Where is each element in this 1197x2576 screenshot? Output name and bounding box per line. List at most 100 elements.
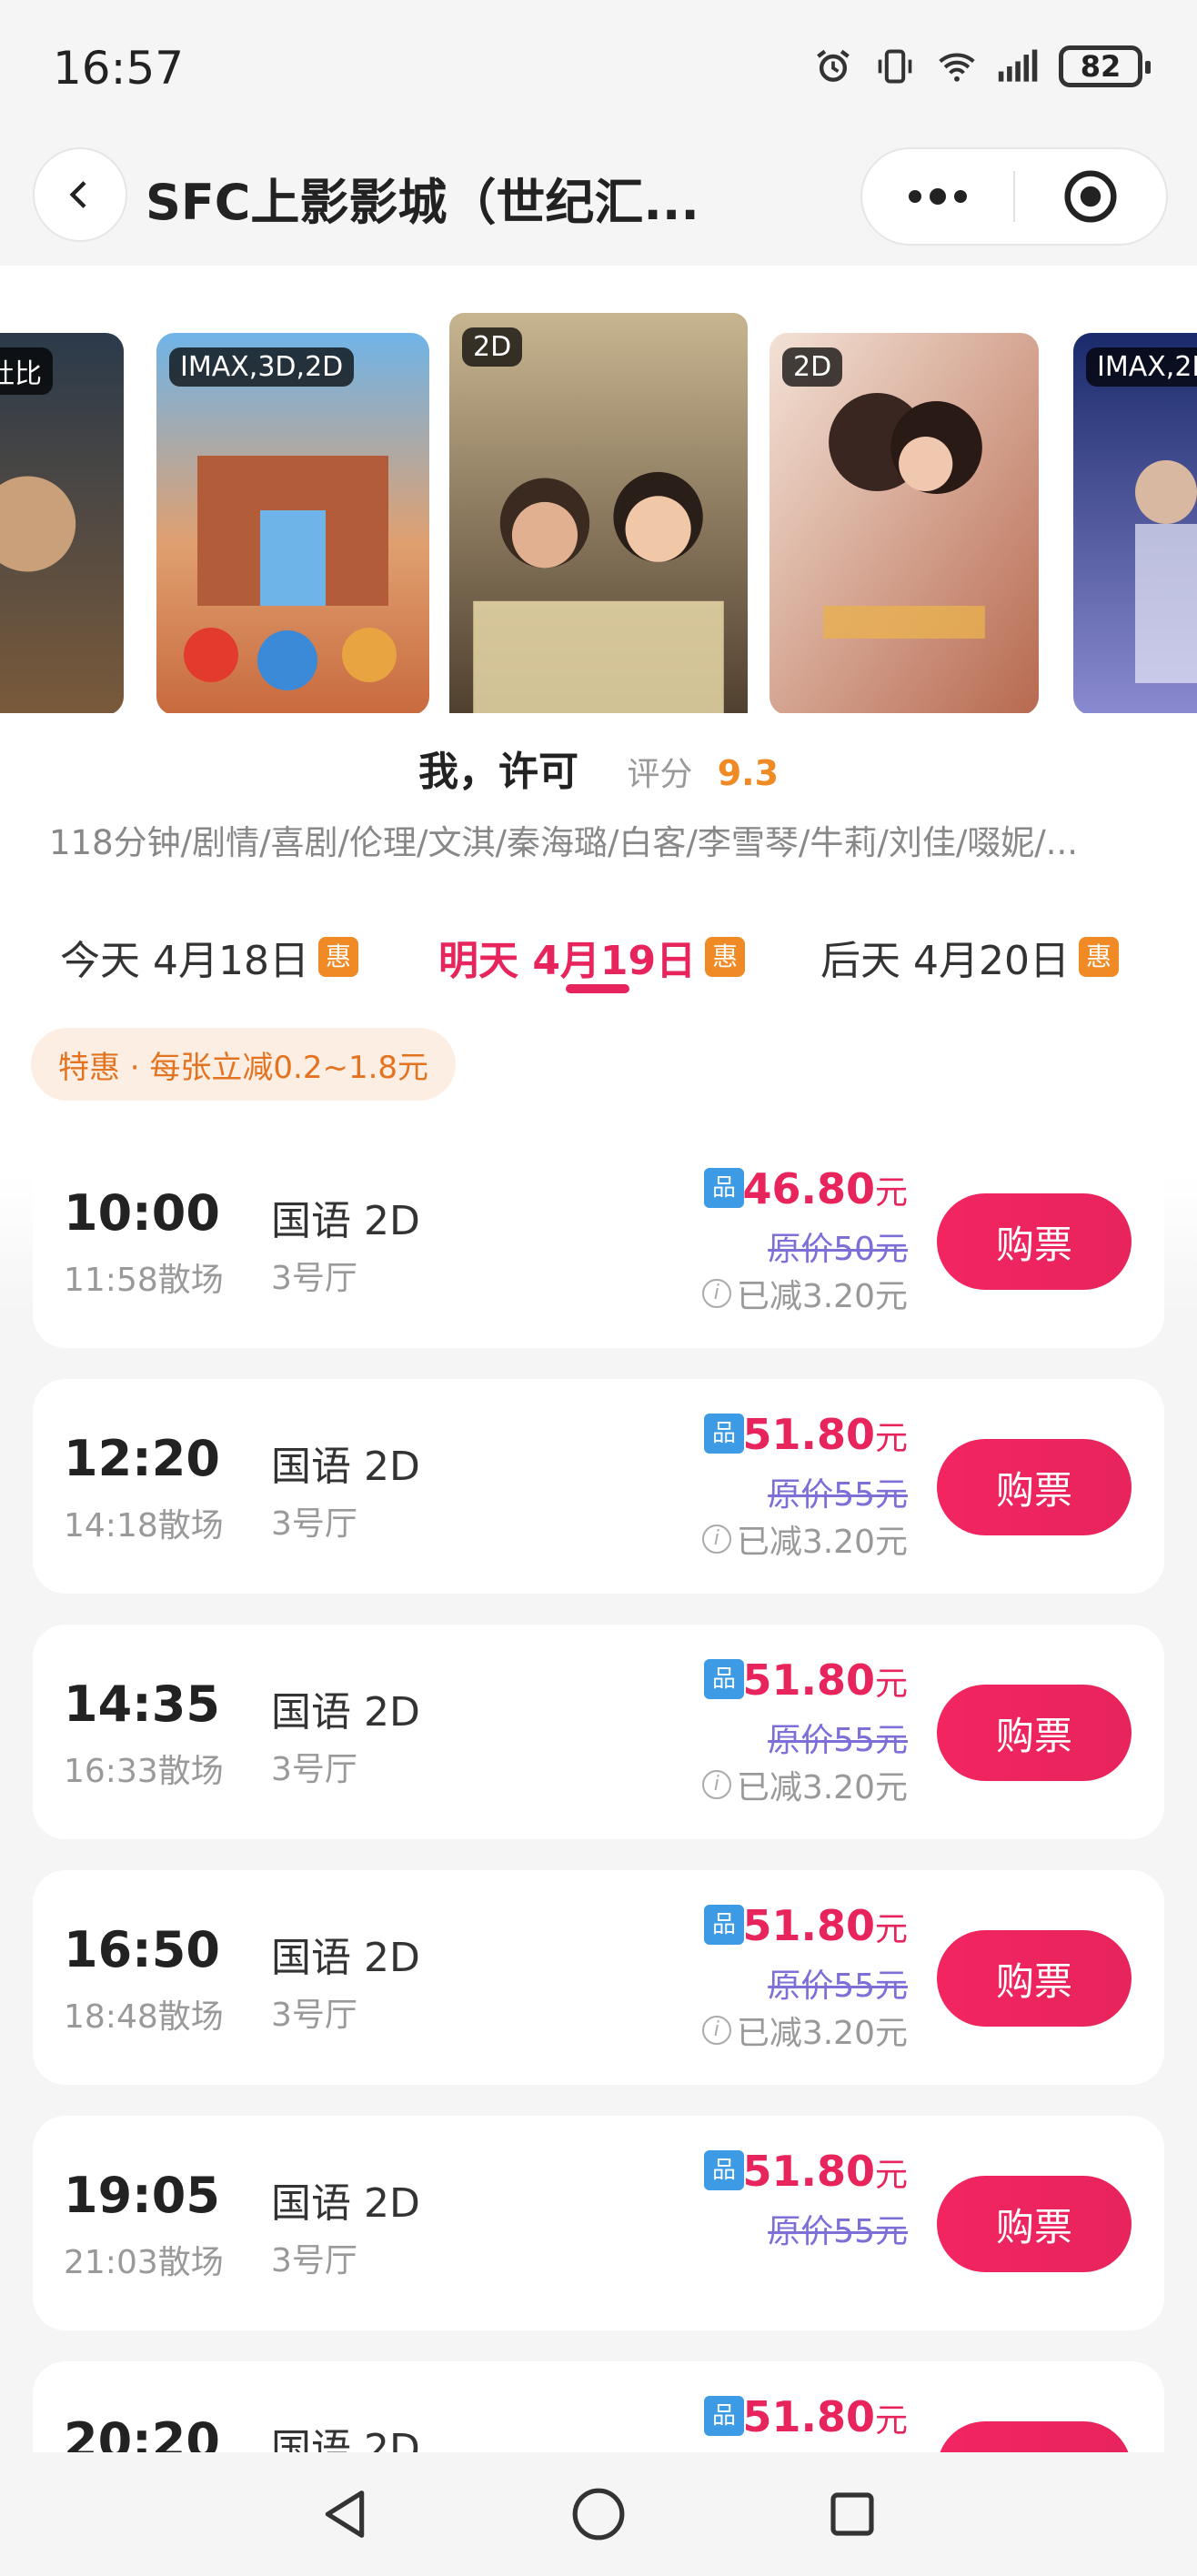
tab-label: 今天 4月18日 xyxy=(60,938,309,984)
promo-tag: 特惠 · 每张立减0.2~1.8元 xyxy=(31,1028,457,1101)
chevron-left-icon xyxy=(69,181,86,208)
language-format: 国语 2D xyxy=(271,1689,420,1736)
price: 51.80元 xyxy=(742,2147,908,2196)
info-icon: i xyxy=(701,1770,731,1799)
price-unit: 元 xyxy=(874,2402,908,2440)
pin-badge-icon: 品 xyxy=(704,2396,744,2436)
price: 46.80元 xyxy=(742,1164,908,1213)
vibrate-icon xyxy=(873,45,917,87)
buy-ticket-button[interactable]: 购票 xyxy=(937,2176,1132,2272)
start-time: 12:20 xyxy=(64,1430,220,1487)
end-time: 16:33散场 xyxy=(64,1753,224,1790)
back-button[interactable] xyxy=(33,147,127,242)
status-bar: 16:57 82 xyxy=(0,0,1197,136)
discount-text: 已减3.20元 xyxy=(736,1769,908,1806)
showtime-card[interactable]: 14:35 16:33散场 国语 2D 3号厅 品 51.80元 原价55元 i… xyxy=(33,1625,1164,1839)
buy-ticket-button[interactable]: 购票 xyxy=(937,1930,1132,2027)
start-time: 10:00 xyxy=(64,1184,220,1242)
tab-today[interactable]: 今天 4月18日 惠 xyxy=(60,928,358,986)
battery-indicator: 82 xyxy=(1059,45,1151,87)
price-value: 51.80 xyxy=(742,2147,875,2196)
main-content: 杜比 IMAX,3D,2D 2D 2D IMAX,2D 我，许可 评分 9.3 … xyxy=(0,266,1197,2576)
movie-poster[interactable]: IMAX,3D,2D xyxy=(156,333,429,713)
pin-badge-icon: 品 xyxy=(704,1659,744,1699)
buy-ticket-button[interactable]: 购票 xyxy=(937,1193,1132,1290)
price-value: 46.80 xyxy=(742,1164,875,1213)
discount-info: i 已减3.20元 xyxy=(701,1515,908,1563)
system-home-button[interactable] xyxy=(562,2478,635,2551)
price-value: 51.80 xyxy=(742,1901,875,1950)
discount-text: 已减3.20元 xyxy=(736,1524,908,1561)
showtime-card[interactable]: 19:05 21:03散场 国语 2D 3号厅 品 51.80元 原价55元 购… xyxy=(33,2116,1164,2330)
wifi-icon xyxy=(935,45,979,87)
movie-poster[interactable]: 2D xyxy=(770,333,1039,713)
original-price: 原价55元 xyxy=(768,2213,908,2250)
price: 51.80元 xyxy=(742,1410,908,1459)
square-recents-icon xyxy=(830,2492,874,2536)
nav-bar: SFC上影影城（世纪汇... xyxy=(0,136,1197,264)
rating-label: 评分 xyxy=(627,756,693,793)
poster-image xyxy=(449,313,748,713)
showtime-card[interactable]: 10:00 11:58散场 国语 2D 3号厅 品 46.80元 原价50元 i… xyxy=(33,1133,1164,1348)
info-icon: i xyxy=(701,2016,731,2045)
more-button[interactable] xyxy=(862,149,1013,244)
active-tab-indicator xyxy=(566,984,629,993)
price-unit: 元 xyxy=(874,1911,908,1948)
hall-name: 3号厅 xyxy=(271,1751,357,1788)
poster-image xyxy=(770,333,1039,713)
mini-program-capsule xyxy=(860,147,1168,246)
circle-home-icon xyxy=(572,2488,625,2541)
discount-text: 已减3.20元 xyxy=(736,1278,908,1315)
status-icons: 82 xyxy=(811,45,1151,87)
tab-day-after-tomorrow[interactable]: 后天 4月20日 惠 xyxy=(820,928,1119,986)
alarm-icon xyxy=(811,45,855,87)
buy-ticket-button[interactable]: 购票 xyxy=(937,1685,1132,1781)
format-badge: IMAX,2D xyxy=(1086,347,1197,387)
price-unit: 元 xyxy=(874,1420,908,1457)
hall-name: 3号厅 xyxy=(271,1505,357,1543)
original-price: 原价55元 xyxy=(768,1476,908,1514)
system-navigation-bar xyxy=(0,2452,1197,2576)
pin-badge-icon: 品 xyxy=(704,2150,744,2190)
movie-poster[interactable]: 杜比 xyxy=(0,333,124,713)
tab-tomorrow[interactable]: 明天 4月19日 惠 xyxy=(438,928,746,986)
discount-info: i 已减3.20元 xyxy=(701,1761,908,1808)
original-price: 原价55元 xyxy=(768,1722,908,1759)
showtime-card[interactable]: 12:20 14:18散场 国语 2D 3号厅 品 51.80元 原价55元 i… xyxy=(33,1379,1164,1594)
movie-poster-selected[interactable]: 2D xyxy=(449,313,748,713)
showtime-card[interactable]: 16:50 18:48散场 国语 2D 3号厅 品 51.80元 原价55元 i… xyxy=(33,1870,1164,2085)
target-icon xyxy=(1064,170,1117,223)
original-price: 原价55元 xyxy=(768,1967,908,2005)
discount-badge: 惠 xyxy=(705,937,746,977)
start-time: 14:35 xyxy=(64,1675,220,1733)
movie-poster[interactable]: IMAX,2D xyxy=(1073,333,1197,713)
price-value: 51.80 xyxy=(742,1410,875,1459)
price-value: 51.80 xyxy=(742,2392,875,2441)
more-dots-icon xyxy=(909,188,967,205)
original-price: 原价50元 xyxy=(768,1231,908,1268)
system-back-button[interactable] xyxy=(308,2478,381,2551)
system-recents-button[interactable] xyxy=(816,2478,889,2551)
price-unit: 元 xyxy=(874,2157,908,2194)
info-icon: i xyxy=(701,1524,731,1554)
hall-name: 3号厅 xyxy=(271,2242,357,2279)
buy-ticket-button[interactable]: 购票 xyxy=(937,1439,1132,1535)
price-unit: 元 xyxy=(874,1665,908,1703)
close-miniprogram-button[interactable] xyxy=(1015,149,1166,244)
poster-image xyxy=(1073,333,1197,713)
discount-badge: 惠 xyxy=(1078,937,1119,977)
poster-image xyxy=(156,333,429,713)
discount-badge: 惠 xyxy=(317,937,358,977)
format-badge: 杜比 xyxy=(0,347,53,395)
end-time: 11:58散场 xyxy=(64,1262,224,1299)
hall-name: 3号厅 xyxy=(271,1997,357,2034)
info-icon: i xyxy=(701,1279,731,1308)
language-format: 国语 2D xyxy=(271,1935,420,1981)
tab-label: 明天 4月19日 xyxy=(438,938,697,984)
format-badge: 2D xyxy=(782,347,843,387)
triangle-back-icon xyxy=(326,2490,365,2538)
page-title: SFC上影影城（世纪汇... xyxy=(146,174,699,231)
poster-carousel[interactable]: 杜比 IMAX,3D,2D 2D 2D IMAX,2D xyxy=(0,313,1197,713)
tab-label: 后天 4月20日 xyxy=(820,938,1070,984)
pin-badge-icon: 品 xyxy=(704,1905,744,1945)
